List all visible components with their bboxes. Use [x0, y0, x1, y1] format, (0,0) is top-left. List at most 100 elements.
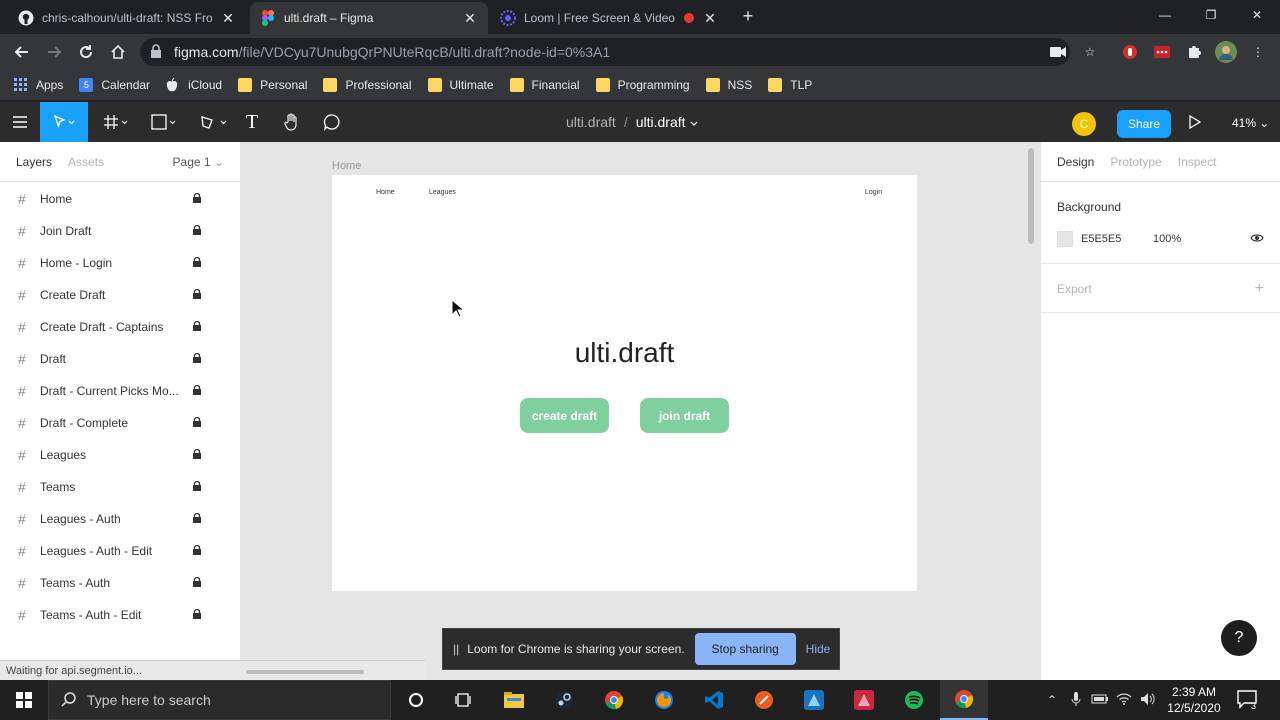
frame-nav-login[interactable]: Login — [865, 189, 882, 196]
layer-lock-icon[interactable] — [193, 448, 205, 462]
main-menu-icon[interactable] — [0, 102, 40, 142]
volume-icon[interactable] — [1136, 692, 1160, 709]
create-draft-button[interactable]: create draft — [520, 398, 609, 433]
task-view-icon[interactable] — [440, 680, 488, 720]
bookmark-folder-programming[interactable]: Programming — [595, 78, 690, 92]
canvas-horizontal-scrollbar[interactable] — [246, 670, 364, 674]
vscode-icon[interactable] — [690, 680, 738, 720]
visibility-eye-icon[interactable] — [1250, 233, 1264, 246]
wifi-icon[interactable] — [1112, 693, 1136, 708]
extensions-puzzle-icon[interactable] — [1180, 38, 1208, 66]
tab-figma[interactable]: ulti.draft – Figma ✕ — [250, 2, 488, 34]
bookmark-folder-personal[interactable]: Personal — [238, 78, 307, 92]
layer-lock-icon[interactable] — [193, 384, 205, 398]
home-frame[interactable]: Home Leagues Login ulti.draft create dra… — [332, 175, 917, 591]
layer-row[interactable]: # Home - Login — [0, 247, 240, 279]
canvas-vertical-scrollbar[interactable] — [1028, 148, 1034, 244]
chrome-running-icon[interactable] — [940, 680, 988, 720]
layer-row[interactable]: # Leagues - Auth — [0, 503, 240, 535]
layer-lock-icon[interactable] — [193, 192, 205, 206]
zoom-level[interactable]: 41% ⌄ — [1232, 116, 1269, 130]
hand-tool-icon[interactable] — [280, 102, 304, 142]
background-opacity-field[interactable]: 100% — [1153, 233, 1181, 245]
layer-row[interactable]: # Join Draft — [0, 215, 240, 247]
file-explorer-icon[interactable] — [490, 680, 538, 720]
layer-row[interactable]: # Teams - Auth - Edit — [0, 599, 240, 631]
layer-lock-icon[interactable] — [193, 256, 205, 270]
postman-icon[interactable] — [740, 680, 788, 720]
bookmark-folder-ultimate[interactable]: Ultimate — [427, 78, 494, 92]
address-bar[interactable]: figma.com/file/VDCyu7UnubgQrPNUteRqcB/ul… — [140, 38, 1070, 66]
forward-arrow-icon[interactable] — [40, 38, 68, 66]
layer-row[interactable]: # Draft — [0, 343, 240, 375]
close-tab-icon[interactable]: ✕ — [220, 10, 236, 26]
move-tool-icon[interactable] — [40, 102, 88, 142]
spotify-icon[interactable] — [890, 680, 938, 720]
bookmark-star-icon[interactable]: ☆ — [1076, 38, 1104, 66]
page-selector[interactable]: Page 1 ⌄ — [173, 155, 224, 169]
layer-lock-icon[interactable] — [193, 416, 205, 430]
background-swatch[interactable] — [1057, 231, 1073, 247]
frame-nav-home[interactable]: Home — [376, 189, 395, 196]
layer-row[interactable]: # Draft - Complete — [0, 407, 240, 439]
help-button[interactable]: ? — [1221, 620, 1257, 656]
layer-row[interactable]: # Leagues — [0, 439, 240, 471]
bookmark-calendar[interactable]: 5 Calendar — [79, 78, 150, 92]
browser-menu-icon[interactable]: ⋮ — [1244, 38, 1272, 66]
battery-icon[interactable] — [1088, 693, 1112, 707]
firefox-icon[interactable] — [640, 680, 688, 720]
taskbar-search[interactable]: Type here to search — [48, 680, 391, 720]
layer-row[interactable]: # Teams - Auth — [0, 567, 240, 599]
tab-inspect[interactable]: Inspect — [1178, 155, 1217, 169]
new-tab-button[interactable]: + — [738, 6, 758, 26]
rectangle-tool-icon[interactable] — [144, 102, 184, 142]
chevron-up-icon[interactable]: ⌃ — [1040, 693, 1064, 707]
hide-button[interactable]: Hide — [806, 642, 831, 656]
canvas[interactable]: Home Home Leagues Login ulti.draft creat… — [241, 142, 1040, 680]
layer-row[interactable]: # Teams — [0, 471, 240, 503]
layer-lock-icon[interactable] — [193, 608, 205, 622]
notification-center-icon[interactable]: 3 — [1236, 688, 1260, 712]
close-tab-icon[interactable]: ✕ — [462, 10, 478, 26]
stop-sharing-button[interactable]: Stop sharing — [694, 633, 796, 665]
bookmark-icloud[interactable]: iCloud — [166, 77, 222, 92]
frame-tool-icon[interactable] — [96, 102, 136, 142]
add-export-icon[interactable]: + — [1255, 280, 1264, 298]
frame-nav-leagues[interactable]: Leagues — [429, 189, 456, 196]
home-icon[interactable] — [104, 38, 132, 66]
comment-tool-icon[interactable] — [320, 102, 344, 142]
tab-design[interactable]: Design — [1057, 155, 1094, 169]
background-hex-field[interactable]: E5E5E5 — [1081, 233, 1153, 245]
layer-lock-icon[interactable] — [193, 576, 205, 590]
layer-row[interactable]: # Home — [0, 183, 240, 215]
file-name[interactable]: ulti.draft — [636, 114, 686, 130]
layer-row[interactable]: # Create Draft — [0, 279, 240, 311]
tab-layers[interactable]: Layers — [16, 155, 52, 169]
pen-tool-icon[interactable] — [194, 102, 234, 142]
layer-lock-icon[interactable] — [193, 224, 205, 238]
bookmark-folder-financial[interactable]: Financial — [509, 78, 580, 92]
tab-loom[interactable]: Loom | Free Screen & Video ✕ — [490, 2, 728, 34]
text-tool-icon[interactable]: T — [240, 102, 264, 142]
project-name[interactable]: ulti.draft — [566, 114, 616, 130]
close-tab-icon[interactable]: ✕ — [702, 10, 718, 26]
bookmark-folder-nss[interactable]: NSS — [705, 78, 752, 92]
chrome-icon[interactable] — [590, 680, 638, 720]
chevron-down-icon[interactable] — [690, 114, 698, 130]
bookmark-folder-tlp[interactable]: TLP — [768, 78, 812, 92]
restore-window-button[interactable]: ❐ — [1188, 0, 1234, 30]
tab-prototype[interactable]: Prototype — [1110, 155, 1161, 169]
join-draft-button[interactable]: join draft — [640, 398, 729, 433]
affinity-designer-icon[interactable] — [790, 680, 838, 720]
extension-lastpass-icon[interactable] — [1148, 38, 1176, 66]
cortana-icon[interactable] — [392, 680, 440, 720]
layer-row[interactable]: # Create Draft - Captains — [0, 311, 240, 343]
layer-lock-icon[interactable] — [193, 320, 205, 334]
minimize-window-button[interactable]: — — [1142, 0, 1188, 30]
tab-github[interactable]: chris-calhoun/ulti-draft: NSS Fron ✕ — [8, 2, 246, 34]
layer-lock-icon[interactable] — [193, 512, 205, 526]
bookmark-apps[interactable]: Apps — [14, 78, 63, 92]
profile-avatar[interactable] — [1212, 38, 1240, 66]
affinity-publisher-icon[interactable] — [840, 680, 888, 720]
system-clock[interactable]: 2:39 AM 12/5/2020 — [1162, 684, 1226, 716]
